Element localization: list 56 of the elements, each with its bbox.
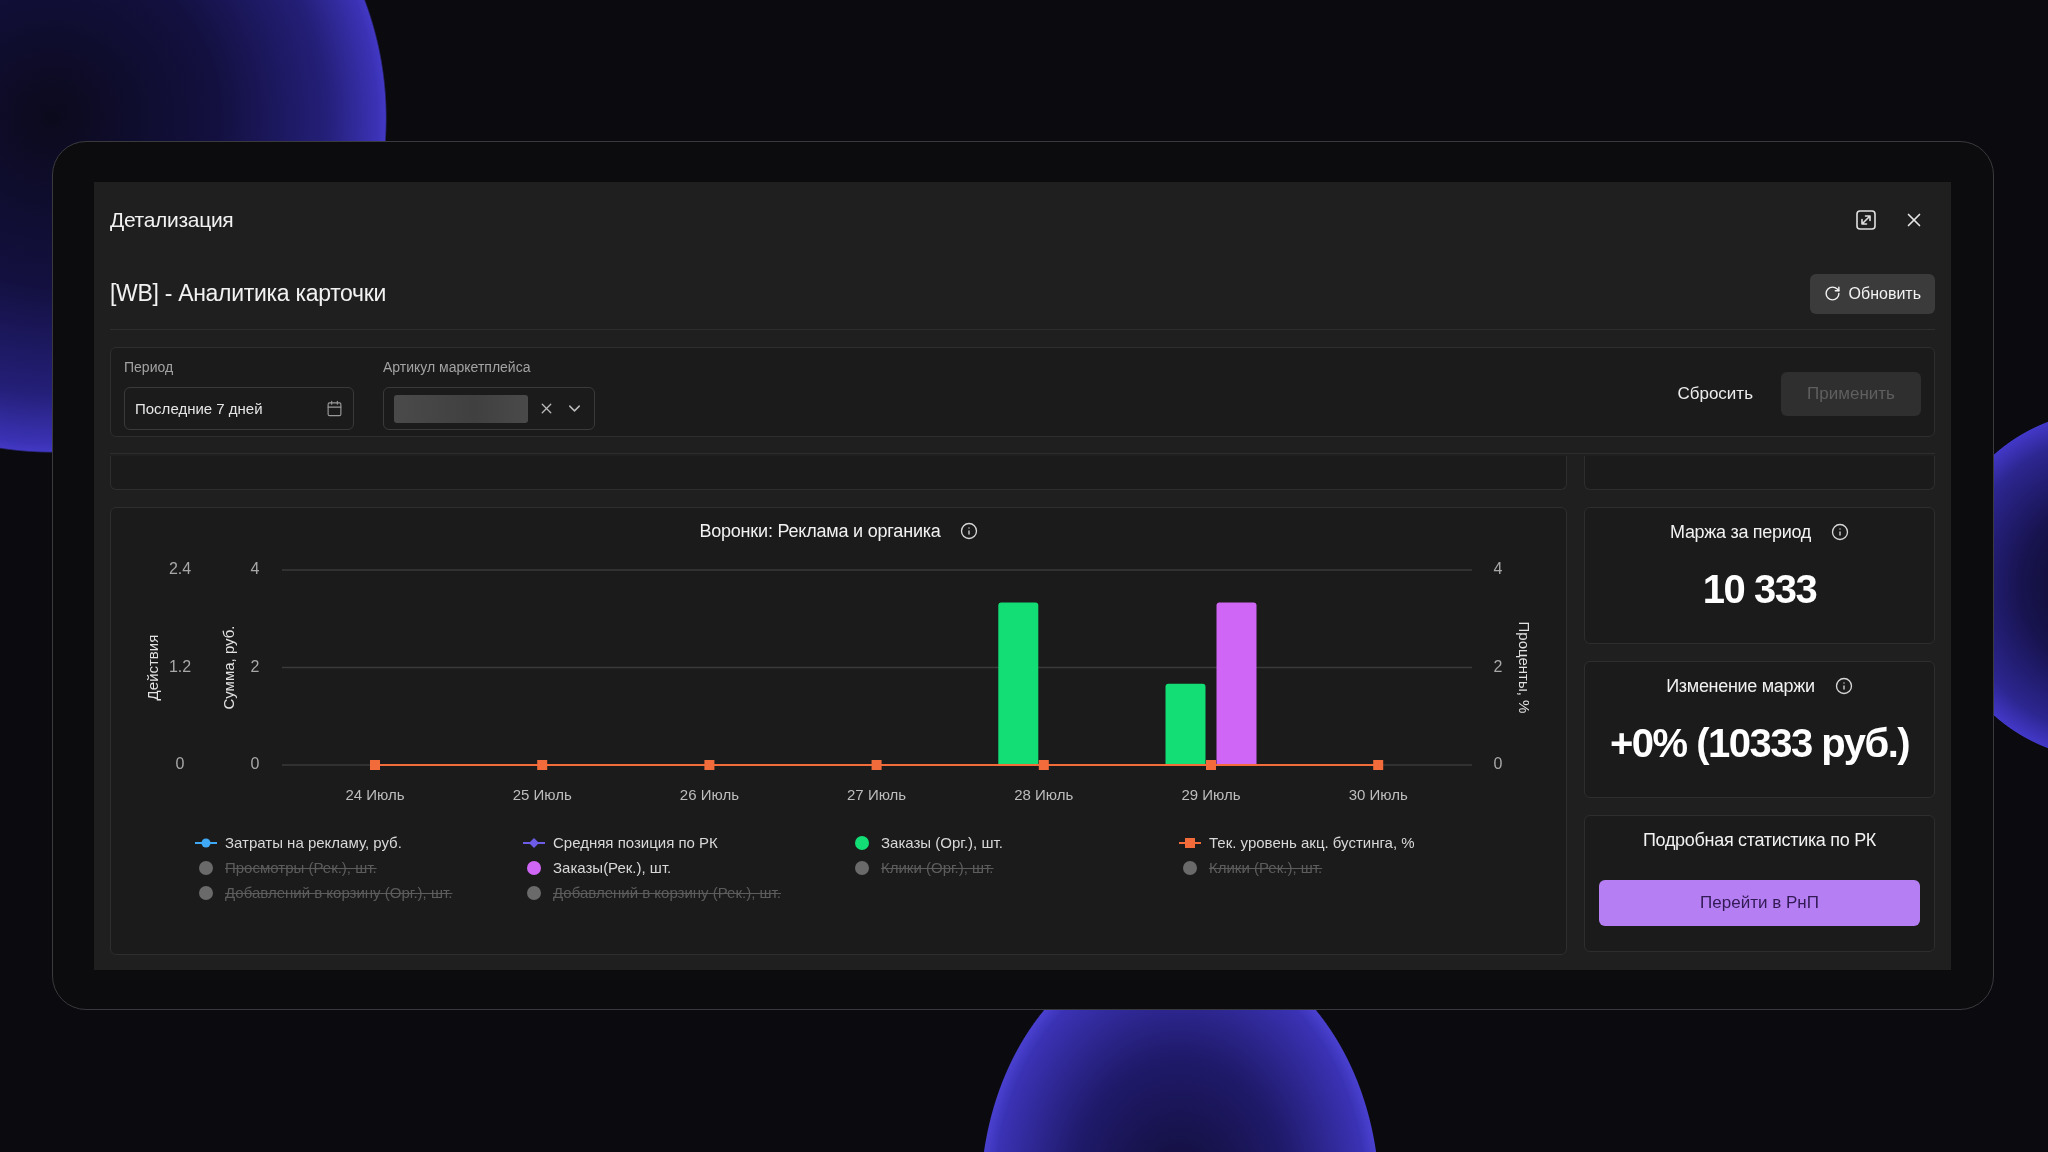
- axis-tick-label: 2: [1493, 657, 1503, 675]
- metric-value: +0% (10333 руб.): [1609, 720, 1910, 767]
- legend-item[interactable]: Тек. уровень акц. бустинга, %: [1179, 830, 1415, 855]
- open-report-button[interactable]: Перейти в РнП: [1599, 880, 1920, 926]
- reset-button[interactable]: Сбросить: [1671, 380, 1759, 408]
- axis-title: Действия: [143, 634, 161, 701]
- square-point-marker: [1373, 760, 1384, 770]
- square-point-marker: [1038, 760, 1049, 770]
- x-axis-label: 24 Июль: [345, 785, 405, 803]
- chart-title: Воронки: Реклама и органика: [699, 520, 941, 542]
- metric-title: Изменение маржи: [1666, 675, 1815, 697]
- axis-tick-label: 0: [175, 755, 185, 773]
- dot-icon: [855, 860, 869, 875]
- axis-tick-label: 2: [250, 657, 260, 675]
- x-axis-label: 27 Июль: [847, 785, 907, 803]
- legend-item[interactable]: Средняя позиция по РК: [523, 830, 718, 855]
- x-axis-label: 25 Июль: [512, 785, 572, 803]
- square-point-marker: [871, 760, 882, 770]
- dot-icon: [199, 885, 213, 900]
- dot-icon: [1183, 860, 1197, 875]
- refresh-button[interactable]: Обновить: [1809, 273, 1935, 314]
- legend-item[interactable]: Заказы(Рек.), шт.: [523, 855, 672, 880]
- metric-value: 10 333: [1702, 566, 1817, 613]
- field-label: Период: [124, 358, 175, 377]
- square-point-marker: [537, 760, 548, 770]
- legend-item[interactable]: Заказы (Орг.), шт.: [851, 830, 1003, 855]
- card-title: Подробная статистика по РК: [1642, 829, 1877, 851]
- axis-tick-label: 4: [250, 560, 260, 578]
- date-range-select[interactable]: Последние 7 дней: [124, 387, 354, 430]
- axis-tick-label: 0: [1493, 755, 1503, 773]
- legend-item[interactable]: Затраты на рекламу, руб.: [195, 830, 402, 855]
- page-title: [WB] - Аналитика карточки: [110, 280, 387, 307]
- dialog-title: Детализация: [110, 208, 234, 232]
- square-point-marker: [704, 760, 715, 770]
- dot-icon: [199, 860, 213, 875]
- axis-tick-label: 1.2: [168, 657, 192, 675]
- dot-icon: [527, 885, 541, 900]
- info-icon[interactable]: [959, 522, 978, 540]
- x-axis-label: 30 Июль: [1348, 785, 1408, 803]
- axis-tick-label: 4: [1493, 560, 1503, 578]
- x-axis-label: 29 Июль: [1181, 785, 1241, 803]
- x-axis-label: 28 Июль: [1014, 785, 1074, 803]
- square-point-marker: [1206, 760, 1216, 770]
- field-label: Артикул маркетплейса: [383, 358, 532, 377]
- axis-tick-label: 0: [250, 755, 260, 773]
- axis-title: Сумма, руб.: [219, 625, 237, 710]
- expand-icon[interactable]: [1856, 210, 1876, 230]
- calendar-icon: [326, 400, 343, 417]
- info-icon[interactable]: [1834, 677, 1853, 695]
- refresh-icon: [1823, 285, 1841, 302]
- info-icon[interactable]: [1831, 523, 1849, 541]
- axis-tick-label: 2.4: [168, 560, 192, 578]
- axis-title: Проценты, %: [1516, 621, 1534, 714]
- square-point-marker: [370, 760, 380, 770]
- x-axis-label: 26 Июль: [679, 785, 739, 803]
- metric-title: Маржа за период: [1670, 521, 1811, 543]
